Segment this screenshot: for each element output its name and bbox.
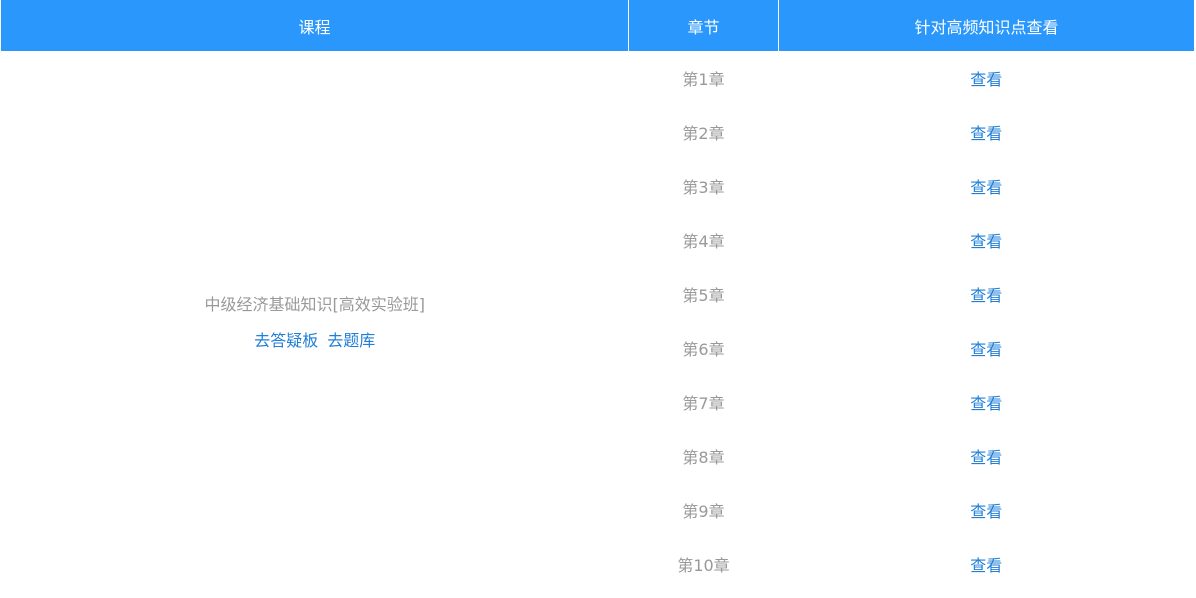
- view-link[interactable]: 查看: [970, 178, 1002, 197]
- view-link[interactable]: 查看: [970, 70, 1002, 89]
- view-link[interactable]: 查看: [970, 232, 1002, 251]
- view-link[interactable]: 查看: [970, 502, 1002, 521]
- qa-board-link[interactable]: 去答疑板: [254, 331, 318, 350]
- chapter-label: 第5章: [682, 286, 725, 305]
- question-bank-link[interactable]: 去题库: [327, 331, 375, 350]
- view-link[interactable]: 查看: [970, 286, 1002, 305]
- course-name: 中级经济基础知识[高效实验班]: [204, 295, 426, 314]
- view-link[interactable]: 查看: [970, 556, 1002, 575]
- view-link[interactable]: 查看: [970, 394, 1002, 413]
- chapter-label: 第9章: [682, 502, 725, 521]
- chapter-label: 第3章: [682, 178, 725, 197]
- chapter-label: 第1章: [682, 70, 725, 89]
- chapter-label: 第10章: [677, 556, 730, 575]
- course-links: 去答疑板 去题库: [252, 331, 377, 350]
- chapter-label: 第7章: [682, 394, 725, 413]
- view-link[interactable]: 查看: [970, 448, 1002, 467]
- header-view: 针对高频知识点查看: [778, 0, 1194, 51]
- chapter-label: 第2章: [682, 124, 725, 143]
- chapter-label: 第4章: [682, 232, 725, 251]
- view-link[interactable]: 查看: [970, 124, 1002, 143]
- chapter-label: 第8章: [682, 448, 725, 467]
- header-course: 课程: [1, 0, 629, 51]
- view-link[interactable]: 查看: [970, 340, 1002, 359]
- chapter-label: 第6章: [682, 340, 725, 359]
- table-header-row: 课程 章节 针对高频知识点查看: [1, 0, 1194, 51]
- table-row: 中级经济基础知识[高效实验班] 去答疑板 去题库 第1章 查看: [1, 51, 1194, 350]
- course-chapter-table: 课程 章节 针对高频知识点查看 中级经济基础知识[高效实验班] 去答疑板 去题库…: [1, 0, 1194, 591]
- header-chapter: 章节: [628, 0, 779, 51]
- course-cell: 中级经济基础知识[高效实验班] 去答疑板 去题库: [1, 51, 629, 591]
